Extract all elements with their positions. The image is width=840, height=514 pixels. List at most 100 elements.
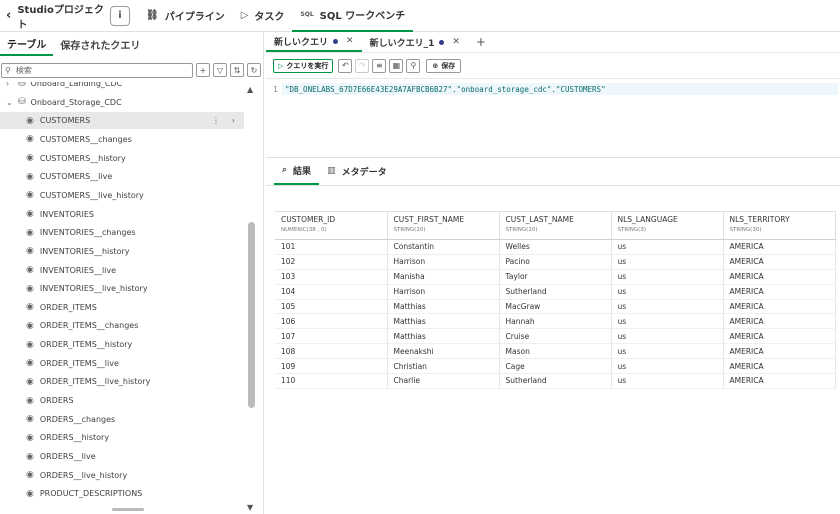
tree-table-item[interactable]: ◉ CUSTOMERS__changes xyxy=(0,131,244,148)
table-cell[interactable]: Charlie xyxy=(387,373,500,389)
table-cell[interactable]: Cage xyxy=(499,358,612,375)
info-button[interactable]: i xyxy=(110,5,130,26)
table-row[interactable]: 106 Matthias Hannah us AMERICA xyxy=(275,313,836,330)
table-cell[interactable]: 108 xyxy=(275,343,388,360)
table-cell[interactable]: AMERICA xyxy=(723,284,836,300)
tree-database-item[interactable]: ⌄ ⛁ Onboard_Storage_CDC xyxy=(0,94,244,111)
back-to-project-link[interactable]: ‹ Studioプロジェクト xyxy=(0,1,110,31)
table-cell[interactable]: AMERICA xyxy=(723,358,836,375)
table-row[interactable]: 105 Matthias MacGraw us AMERICA xyxy=(275,299,836,315)
table-cell[interactable]: AMERICA xyxy=(723,343,836,360)
table-row[interactable]: 101 Constantin Welles us AMERICA xyxy=(275,239,836,255)
tree-scrollbar[interactable]: ▲ ▼ xyxy=(247,82,257,512)
filter-button[interactable]: ▽ xyxy=(213,63,227,77)
save-button[interactable]: ⊕ 保存 xyxy=(426,58,462,73)
tab-pipeline[interactable]: ⛓ パイプライン xyxy=(138,0,233,32)
chevron-right-icon[interactable]: › xyxy=(232,116,235,125)
table-cell[interactable]: us xyxy=(611,328,724,345)
chevron-right-icon[interactable]: › xyxy=(6,82,16,88)
tree-table-item[interactable]: ◉ ORDERS xyxy=(0,392,244,409)
table-cell[interactable]: Harrison xyxy=(387,284,500,300)
add-button[interactable]: + xyxy=(196,63,210,77)
tree-table-item[interactable]: ◉ CUSTOMERS__live_history xyxy=(0,187,244,204)
table-cell[interactable]: Meenakshi xyxy=(387,343,500,360)
tab-results[interactable]: ⌕ 結果 xyxy=(274,157,320,185)
tree-table-item[interactable]: ◉ CUSTOMERS ⋮ › xyxy=(0,112,244,130)
search-input[interactable]: ⚲ 検索 xyxy=(1,62,193,78)
find-button[interactable]: ⚲ xyxy=(406,58,421,73)
table-cell[interactable]: us xyxy=(611,373,724,389)
snippet-button[interactable]: ▦ xyxy=(389,58,404,73)
table-cell[interactable]: 103 xyxy=(275,269,388,285)
query-tab-2[interactable]: 新しいクエリ_1 ✕ xyxy=(362,32,468,52)
table-cell[interactable]: us xyxy=(611,269,724,285)
table-cell[interactable]: us xyxy=(611,343,724,360)
sql-editor[interactable]: 1 "DB_ONELABS_67D7E66E43E29A7AFBCB6B27".… xyxy=(266,78,840,172)
table-cell[interactable]: 106 xyxy=(275,313,388,330)
sql-code-line[interactable]: "DB_ONELABS_67D7E66E43E29A7AFBCB6B27"."o… xyxy=(282,83,838,95)
table-row[interactable]: 110 Charlie Sutherland us AMERICA xyxy=(275,373,836,389)
table-cell[interactable]: Christian xyxy=(387,358,500,375)
table-cell[interactable]: 101 xyxy=(275,239,388,255)
table-row[interactable]: 104 Harrison Sutherland us AMERICA xyxy=(275,284,836,300)
sort-button[interactable]: ⇅ xyxy=(230,63,244,77)
tree-database-item[interactable]: › ⛁ Onboard_Landing_CDC xyxy=(0,82,244,92)
tab-metadata[interactable]: ▥ メタデータ xyxy=(319,157,395,185)
close-icon[interactable]: ✕ xyxy=(452,37,460,47)
table-cell[interactable]: Sutherland xyxy=(499,373,612,389)
table-row[interactable]: 102 Harrison Pacino us AMERICA xyxy=(275,254,836,270)
tab-tasks[interactable]: ▷ タスク xyxy=(233,0,293,32)
table-cell[interactable]: MacGraw xyxy=(499,299,612,315)
undo-button[interactable]: ↶ xyxy=(338,58,353,73)
table-cell[interactable]: Harrison xyxy=(387,254,500,270)
tree-table-item[interactable]: ◉ ORDER_ITEMS__live xyxy=(0,355,244,372)
add-query-tab-button[interactable]: + xyxy=(468,32,494,52)
table-cell[interactable]: AMERICA xyxy=(723,299,836,315)
tree-table-item[interactable]: ◉ INVENTORIES__history xyxy=(0,243,244,260)
tab-saved-queries[interactable]: 保存されたクエリ xyxy=(53,32,147,56)
table-row[interactable]: 103 Manisha Taylor us AMERICA xyxy=(275,269,836,285)
table-cell[interactable]: 110 xyxy=(275,373,388,389)
column-header[interactable]: NLS_LANGUAGE STRING(3) xyxy=(611,211,724,240)
table-cell[interactable]: Pacino xyxy=(499,254,612,270)
table-cell[interactable]: Sutherland xyxy=(499,284,612,300)
tree-table-item[interactable]: ◉ ORDERS__changes xyxy=(0,411,244,428)
table-cell[interactable]: Welles xyxy=(499,239,612,255)
table-cell[interactable]: Cruise xyxy=(499,328,612,345)
format-button[interactable]: ≡ xyxy=(372,58,387,73)
scrollbar-thumb[interactable] xyxy=(248,222,255,408)
table-cell[interactable]: Manisha xyxy=(387,269,500,285)
tree-table-item[interactable]: ◉ ORDER_ITEMS__history xyxy=(0,336,244,353)
table-cell[interactable]: us xyxy=(611,284,724,300)
scroll-down-icon[interactable]: ▼ xyxy=(247,503,253,512)
tree-table-item[interactable]: ◉ ORDERS__live xyxy=(0,448,244,465)
table-cell[interactable]: 104 xyxy=(275,284,388,300)
table-cell[interactable]: Mason xyxy=(499,343,612,360)
tree-table-item[interactable]: ◉ INVENTORIES__live_history xyxy=(0,280,244,297)
close-icon[interactable]: ✕ xyxy=(346,36,354,46)
tab-tables[interactable]: テーブル xyxy=(0,32,54,56)
table-cell[interactable]: AMERICA xyxy=(723,239,836,255)
tree-table-item[interactable]: ◉ PRODUCT_DESCRIPTIONS xyxy=(0,485,244,502)
column-header[interactable]: CUST_LAST_NAME STRING(20) xyxy=(499,211,612,240)
column-header[interactable]: NLS_TERRITORY STRING(30) xyxy=(723,211,836,240)
table-cell[interactable]: Matthias xyxy=(387,313,500,330)
more-options-icon[interactable]: ⋮ xyxy=(212,116,220,125)
tree-table-item[interactable]: ◉ ORDERS__history xyxy=(0,429,244,446)
table-cell[interactable]: 105 xyxy=(275,299,388,315)
tree-table-item[interactable]: ◉ INVENTORIES xyxy=(0,206,244,223)
table-cell[interactable]: Hannah xyxy=(499,313,612,330)
table-cell[interactable]: us xyxy=(611,358,724,375)
table-cell[interactable]: AMERICA xyxy=(723,328,836,345)
tree-table-item[interactable]: ◉ ORDER_ITEMS xyxy=(0,299,244,316)
table-cell[interactable]: Constantin xyxy=(387,239,500,255)
table-row[interactable]: 108 Meenakshi Mason us AMERICA xyxy=(275,343,836,360)
scroll-up-icon[interactable]: ▲ xyxy=(247,85,253,94)
column-header[interactable]: CUST_FIRST_NAME STRING(20) xyxy=(387,211,500,240)
run-query-button[interactable]: ▷ クエリを実行 xyxy=(273,58,334,73)
table-row[interactable]: 107 Matthias Cruise us AMERICA xyxy=(275,328,836,345)
table-cell[interactable]: AMERICA xyxy=(723,313,836,330)
tree-table-item[interactable]: ◉ ORDERS__live_history xyxy=(0,467,244,484)
chevron-down-icon[interactable]: ⌄ xyxy=(6,98,16,107)
tab-sql-workbench[interactable]: SQL SQL ワークベンチ xyxy=(292,0,414,32)
